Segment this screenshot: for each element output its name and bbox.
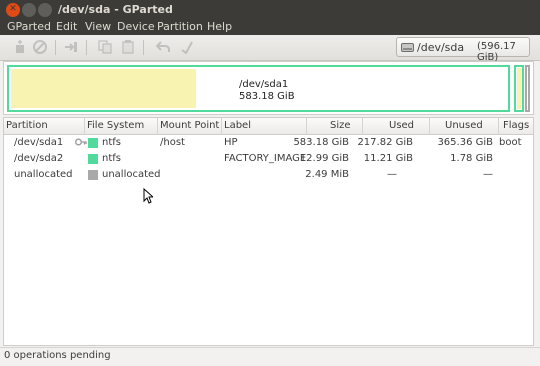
cell-unused: —: [483, 169, 493, 180]
mouse-cursor-icon: [143, 188, 153, 204]
minimize-window-button[interactable]: [22, 3, 36, 17]
filesystem-color-swatch: [88, 170, 98, 180]
cell-file-system: ntfs: [102, 153, 121, 164]
column-header-unused[interactable]: Unused: [445, 120, 483, 131]
column-header-mount-point[interactable]: Mount Point: [160, 120, 219, 131]
menu-edit[interactable]: Edit: [56, 20, 77, 33]
menu-gparted[interactable]: GParted: [7, 20, 51, 33]
maximize-window-button[interactable]: [38, 3, 52, 17]
cell-mount-point: /host: [160, 137, 185, 148]
used-space-fill: [11, 69, 196, 108]
partition-block-name: /dev/sda1: [239, 79, 289, 90]
column-header-label[interactable]: Label: [224, 120, 251, 131]
partition-block-sda1[interactable]: /dev/sda1 583.18 GiB: [7, 65, 510, 112]
cell-file-system: unallocated: [102, 169, 161, 180]
cell-used: 11.21 GiB: [363, 153, 413, 164]
filesystem-color-swatch: [88, 138, 98, 148]
partition-block-label: /dev/sda1 583.18 GiB: [239, 79, 295, 103]
cell-used: —: [387, 169, 397, 180]
menu-help[interactable]: Help: [207, 20, 232, 33]
menu-bar: GParted Edit View Device Partition Help: [0, 20, 540, 35]
menu-partition[interactable]: Partition: [157, 20, 203, 33]
partition-block-size: 583.18 GiB: [239, 91, 295, 102]
device-name: /dev/sda: [417, 41, 465, 54]
toolbar-separator: [86, 40, 87, 55]
cell-size: 12.99 GiB: [299, 153, 349, 164]
title-bar: ✕ /dev/sda - GParted: [0, 0, 540, 20]
table-row[interactable]: unallocated unallocated 2.49 MiB — —: [4, 167, 533, 183]
filesystem-color-swatch: [88, 154, 98, 164]
cell-flags: boot: [499, 137, 522, 148]
table-row[interactable]: /dev/sda2 ntfs FACTORY_IMAGE 12.99 GiB 1…: [4, 151, 533, 167]
resize-move-icon[interactable]: [64, 40, 78, 54]
partition-table: Partition File System Mount Point Label …: [3, 117, 534, 346]
menu-view[interactable]: View: [85, 20, 111, 33]
device-selector[interactable]: /dev/sda (596.17 GiB): [396, 37, 530, 63]
cell-partition: unallocated: [14, 169, 73, 180]
column-header-size[interactable]: Size: [330, 120, 351, 131]
column-header-file-system[interactable]: File System: [87, 120, 144, 131]
cell-size: 583.18 GiB: [293, 137, 349, 148]
paste-icon[interactable]: [121, 40, 135, 54]
column-header-flags[interactable]: Flags: [503, 120, 529, 131]
apply-icon[interactable]: [180, 40, 194, 54]
cell-partition: /dev/sda1: [14, 137, 64, 148]
used-space-fill: [517, 68, 521, 109]
copy-icon[interactable]: [98, 40, 112, 54]
cell-label: FACTORY_IMAGE: [224, 153, 307, 164]
table-header: Partition File System Mount Point Label …: [4, 118, 533, 135]
partition-map: /dev/sda1 583.18 GiB: [3, 61, 534, 115]
column-header-used[interactable]: Used: [389, 120, 414, 131]
cell-file-system: ntfs: [102, 137, 121, 148]
toolbar-separator: [55, 40, 56, 55]
operations-pending-status: 0 operations pending: [4, 350, 111, 361]
key-icon: [75, 138, 87, 146]
window-title: /dev/sda - GParted: [58, 3, 173, 16]
new-icon[interactable]: [13, 40, 27, 54]
device-size: (596.17 GiB): [477, 41, 516, 63]
partition-block-unallocated[interactable]: [525, 65, 530, 112]
cell-unused: 365.36 GiB: [437, 137, 493, 148]
table-row[interactable]: /dev/sda1 ntfs /host HP 583.18 GiB 217.8…: [4, 135, 533, 151]
column-header-partition[interactable]: Partition: [6, 120, 48, 131]
undo-icon[interactable]: [156, 40, 170, 54]
cell-used: 217.82 GiB: [357, 137, 413, 148]
status-bar: 0 operations pending: [0, 347, 540, 366]
partition-block-sda2[interactable]: [514, 65, 524, 112]
toolbar-separator: [143, 40, 144, 55]
hard-disk-icon: [401, 43, 414, 52]
cell-label: HP: [224, 137, 238, 148]
delete-icon[interactable]: [33, 40, 47, 54]
cell-partition: /dev/sda2: [14, 153, 64, 164]
cell-size: 2.49 MiB: [305, 169, 349, 180]
cell-unused: 1.78 GiB: [450, 153, 493, 164]
close-window-button[interactable]: ✕: [6, 3, 20, 17]
menu-device[interactable]: Device: [117, 20, 155, 33]
